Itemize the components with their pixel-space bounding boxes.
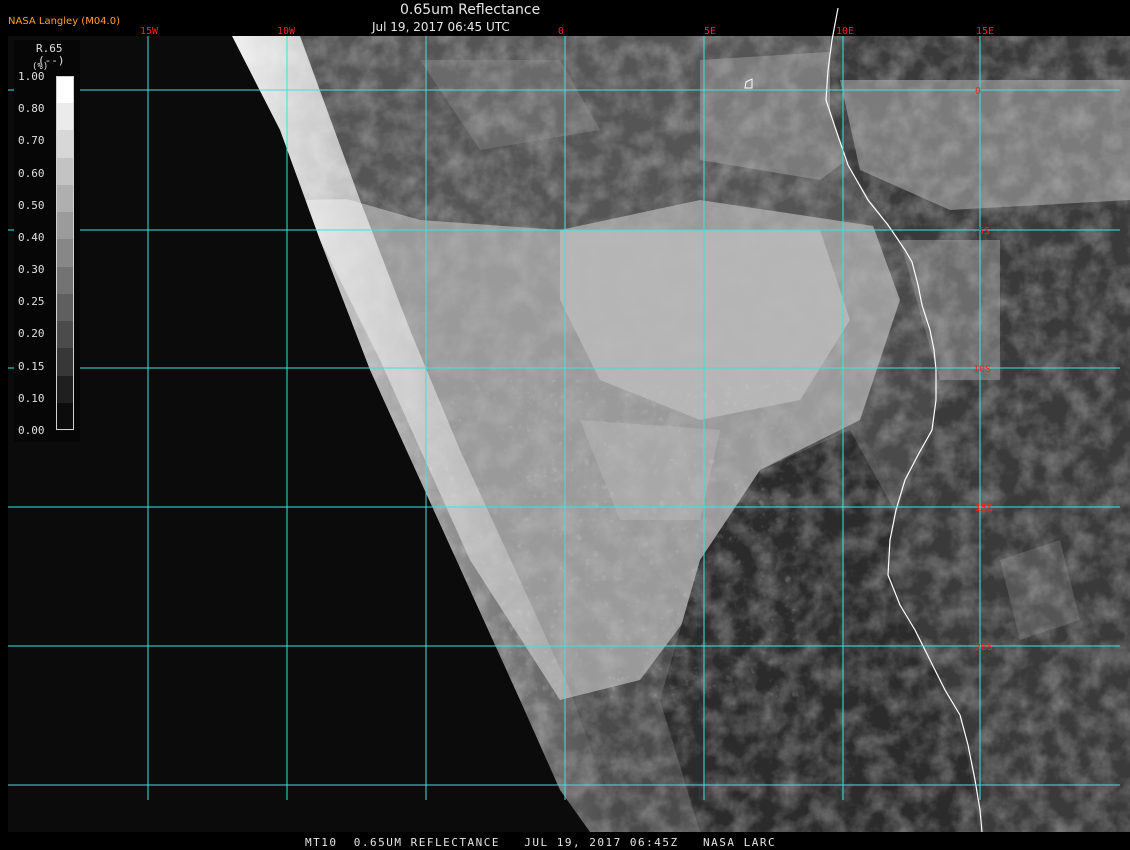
legend-tick: 0.00 [18, 424, 45, 437]
map-canvas: 15W 10W 0 5E 10E 15E 0 -5S 10S 15S 20S [8, 7, 1130, 833]
satellite-image-viewer[interactable]: 15W 10W 0 5E 10E 15E 0 -5S 10S 15S 20S N… [0, 0, 1130, 850]
color-scale-legend: R.65 (--) (%) 1.00 0.80 0.70 0.60 0.50 0.40 0.… [14, 40, 80, 442]
legend-tick: 0.80 [18, 102, 45, 116]
lat-label-15s: 15S [975, 503, 993, 514]
lat-label-5s: -5S [972, 226, 990, 237]
lon-label-15w: 15W [140, 26, 159, 37]
legend-tick: 0.40 [18, 230, 45, 244]
legend-tick: 0.50 [18, 198, 45, 212]
lon-label-10w: 10W [277, 26, 296, 37]
lon-label-5e: 5E [704, 26, 716, 37]
legend-tick: 0.10 [18, 391, 45, 405]
legend-tick: 0.20 [18, 327, 45, 341]
producer-label: NASA Langley (M04.0) [8, 16, 120, 27]
legend-tick: 0.60 [18, 166, 45, 180]
lat-label-0: 0 [975, 86, 981, 97]
legend-bar-frame [56, 76, 74, 430]
product-title: 0.65um Reflectance [400, 2, 541, 18]
lon-label-15e: 15E [976, 26, 994, 37]
legend-tick: 0.30 [18, 263, 45, 277]
legend-tick: 1.00 [18, 70, 45, 83]
legend-tick: 0.25 [18, 295, 45, 309]
legend-tick: 0.70 [18, 134, 45, 148]
image-datetime: Jul 19, 2017 06:45 UTC [372, 20, 510, 34]
status-footer: MT10 0.65UM REFLECTANCE JUL 19, 2017 06:… [305, 836, 777, 849]
lon-label-10e: 10E [836, 26, 854, 37]
lat-label-20s: 20S [975, 642, 993, 653]
legend-tick: 0.15 [18, 359, 45, 373]
lat-label-10s: 10S [973, 364, 991, 375]
lon-label-0: 0 [558, 26, 564, 37]
